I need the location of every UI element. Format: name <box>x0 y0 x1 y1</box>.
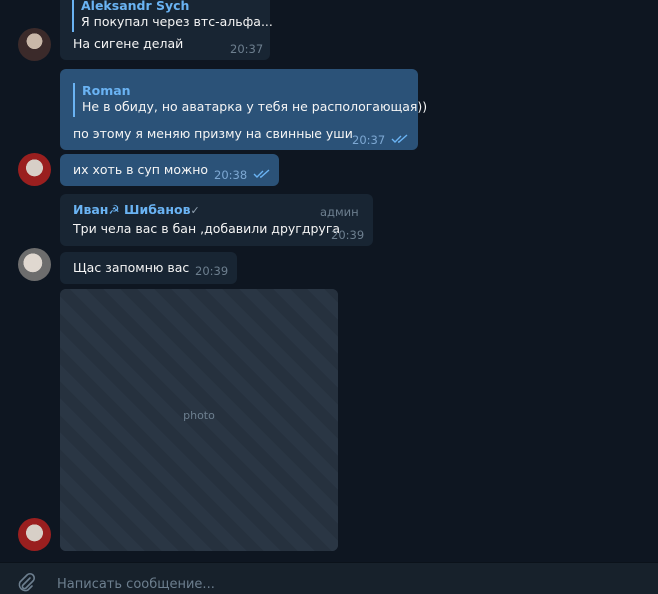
sender-name[interactable]: Иван☭ Шибанов✓ <box>73 202 200 219</box>
message-bubble[interactable]: Щас запомню вас 20:39 <box>60 252 237 284</box>
avatar[interactable] <box>18 28 51 61</box>
reply-quote[interactable]: Aleksandr Sych Я покупал через втс-альфа… <box>72 0 273 32</box>
message-text: Щас запомню вас <box>73 260 190 275</box>
message-time: 20:38 <box>214 168 248 182</box>
avatar[interactable] <box>18 153 51 186</box>
message-input[interactable]: Написать сообщение... <box>57 577 215 592</box>
message-text: по этому я меняю призму на свинные уши <box>73 126 353 141</box>
message-text: их хоть в суп можно <box>73 162 209 177</box>
photo-placeholder-label: photo <box>183 409 215 422</box>
avatar[interactable] <box>18 248 51 281</box>
admin-badge: админ <box>320 205 359 219</box>
message-text: Три чела вас в бан ,добавили другдруга <box>73 221 341 236</box>
message-bubble[interactable]: Roman Не в обиду, но аватарка у тебя не … <box>60 69 427 150</box>
double-check-icon <box>391 134 408 143</box>
reply-text: Я покупал через втс-альфа... <box>81 14 273 29</box>
message-bubble[interactable]: Иван☭ Шибанов✓ админ Три чела вас в бан … <box>60 194 373 246</box>
verified-icon: ✓ <box>190 204 200 217</box>
message-bubble[interactable]: Aleksandr Sych Я покупал через втс-альфа… <box>60 0 273 60</box>
photo-message[interactable]: photo <box>60 289 338 551</box>
double-check-icon <box>253 169 270 178</box>
reply-quote[interactable]: Roman Не в обиду, но аватарка у тебя не … <box>73 83 427 117</box>
message-time: 20:39 <box>331 228 365 242</box>
reply-sender: Roman <box>82 83 131 98</box>
message-time: 20:37 <box>352 133 386 147</box>
message-time: 20:39 <box>195 264 229 278</box>
reply-text: Не в обиду, но аватарка у тебя не распол… <box>82 99 428 114</box>
message-time: 20:37 <box>230 42 264 56</box>
reply-sender: Aleksandr Sych <box>81 0 190 13</box>
paperclip-icon[interactable] <box>16 572 36 592</box>
avatar[interactable] <box>18 518 51 551</box>
message-composer: Написать сообщение... <box>0 562 658 594</box>
sender-name-text: Иван☭ Шибанов <box>73 202 191 217</box>
message-text: На сигене делай <box>73 36 184 51</box>
message-bubble[interactable]: их хоть в суп можно 20:38 <box>60 154 279 186</box>
chat-history: Aleksandr Sych Я покупал через втс-альфа… <box>0 0 658 562</box>
